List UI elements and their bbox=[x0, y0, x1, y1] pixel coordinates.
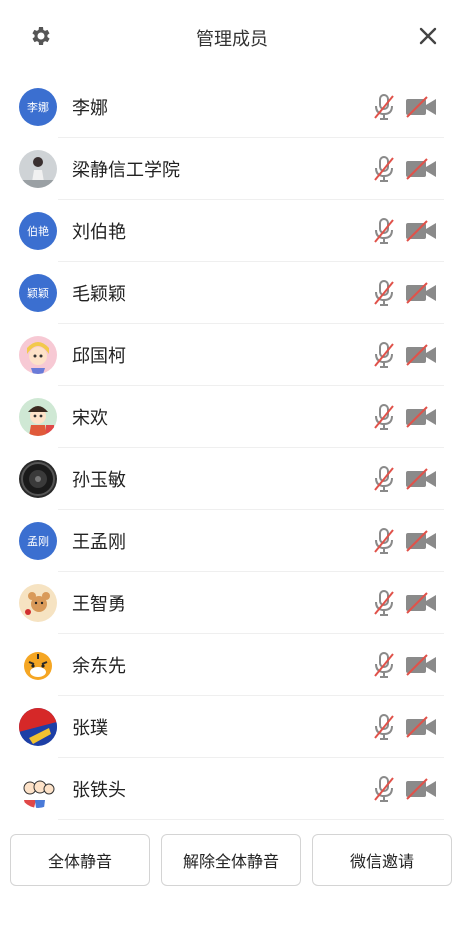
camera-off-icon[interactable] bbox=[405, 344, 437, 366]
mute-all-button[interactable]: 全体静音 bbox=[10, 834, 150, 886]
avatar bbox=[19, 460, 57, 498]
mic-muted-icon[interactable] bbox=[372, 651, 396, 679]
member-row[interactable]: 余东先 bbox=[0, 634, 464, 696]
mic-muted-icon[interactable] bbox=[372, 279, 396, 307]
member-row[interactable]: 梁静信工学院 bbox=[0, 138, 464, 200]
page-title: 管理成员 bbox=[196, 29, 268, 50]
mic-muted-icon[interactable] bbox=[372, 93, 396, 121]
mic-muted-icon[interactable] bbox=[372, 713, 396, 741]
member-row[interactable]: 张铁头 bbox=[0, 758, 464, 820]
member-name: 孙玉敏 bbox=[72, 470, 126, 491]
member-name: 梁静信工学院 bbox=[72, 160, 180, 181]
close-icon[interactable] bbox=[416, 24, 440, 48]
mic-muted-icon[interactable] bbox=[372, 527, 396, 555]
avatar: 李娜 bbox=[19, 88, 57, 126]
member-name: 邱国柯 bbox=[72, 346, 126, 367]
camera-off-icon[interactable] bbox=[405, 220, 437, 242]
avatar: 伯艳 bbox=[19, 212, 57, 250]
member-name: 余东先 bbox=[72, 656, 126, 677]
camera-off-icon[interactable] bbox=[405, 406, 437, 428]
header: 管理成员 bbox=[0, 0, 464, 76]
member-name: 王孟刚 bbox=[72, 532, 126, 553]
action-bar: 全体静音 解除全体静音 微信邀请 bbox=[0, 834, 464, 890]
avatar bbox=[19, 770, 57, 808]
member-row[interactable]: 邱国柯 bbox=[0, 324, 464, 386]
avatar bbox=[19, 708, 57, 746]
camera-off-icon[interactable] bbox=[405, 96, 437, 118]
member-row[interactable]: 王智勇 bbox=[0, 572, 464, 634]
camera-off-icon[interactable] bbox=[405, 530, 437, 552]
member-name: 张铁头 bbox=[72, 780, 126, 801]
member-name: 李娜 bbox=[72, 98, 108, 119]
member-row[interactable]: 宋欢 bbox=[0, 386, 464, 448]
avatar bbox=[19, 150, 57, 188]
wechat-invite-button[interactable]: 微信邀请 bbox=[312, 834, 452, 886]
member-row[interactable]: 李娜 李娜 bbox=[0, 76, 464, 138]
camera-off-icon[interactable] bbox=[405, 158, 437, 180]
camera-off-icon[interactable] bbox=[405, 592, 437, 614]
member-name: 宋欢 bbox=[72, 408, 108, 429]
unmute-all-button[interactable]: 解除全体静音 bbox=[161, 834, 301, 886]
member-row[interactable]: 伯艳 刘伯艳 bbox=[0, 200, 464, 262]
avatar bbox=[19, 584, 57, 622]
mic-muted-icon[interactable] bbox=[372, 465, 396, 493]
member-name: 王智勇 bbox=[72, 594, 126, 615]
member-row[interactable]: 孟刚 王孟刚 bbox=[0, 510, 464, 572]
camera-off-icon[interactable] bbox=[405, 654, 437, 676]
mic-muted-icon[interactable] bbox=[372, 155, 396, 183]
avatar bbox=[19, 398, 57, 436]
camera-off-icon[interactable] bbox=[405, 468, 437, 490]
member-name: 张璞 bbox=[72, 718, 108, 739]
member-row[interactable]: 孙玉敏 bbox=[0, 448, 464, 510]
member-name: 毛颖颖 bbox=[72, 284, 126, 305]
divider bbox=[58, 819, 444, 820]
mic-muted-icon[interactable] bbox=[372, 341, 396, 369]
mic-muted-icon[interactable] bbox=[372, 217, 396, 245]
mic-muted-icon[interactable] bbox=[372, 403, 396, 431]
mic-muted-icon[interactable] bbox=[372, 775, 396, 803]
member-name: 刘伯艳 bbox=[72, 222, 126, 243]
member-row[interactable]: 颖颖 毛颖颖 bbox=[0, 262, 464, 324]
member-list: 李娜 李娜 梁静信工学院 伯艳 刘伯艳 颖颖 毛颖颖 邱国柯 宋欢 孙玉敏 孟刚 王孟刚 王智勇 余东先张… bbox=[0, 76, 464, 820]
member-row[interactable]: 张璞 bbox=[0, 696, 464, 758]
avatar: 颖颖 bbox=[19, 274, 57, 312]
avatar bbox=[19, 646, 57, 684]
camera-off-icon[interactable] bbox=[405, 716, 437, 738]
avatar bbox=[19, 336, 57, 374]
avatar: 孟刚 bbox=[19, 522, 57, 560]
camera-off-icon[interactable] bbox=[405, 282, 437, 304]
mic-muted-icon[interactable] bbox=[372, 589, 396, 617]
camera-off-icon[interactable] bbox=[405, 778, 437, 800]
